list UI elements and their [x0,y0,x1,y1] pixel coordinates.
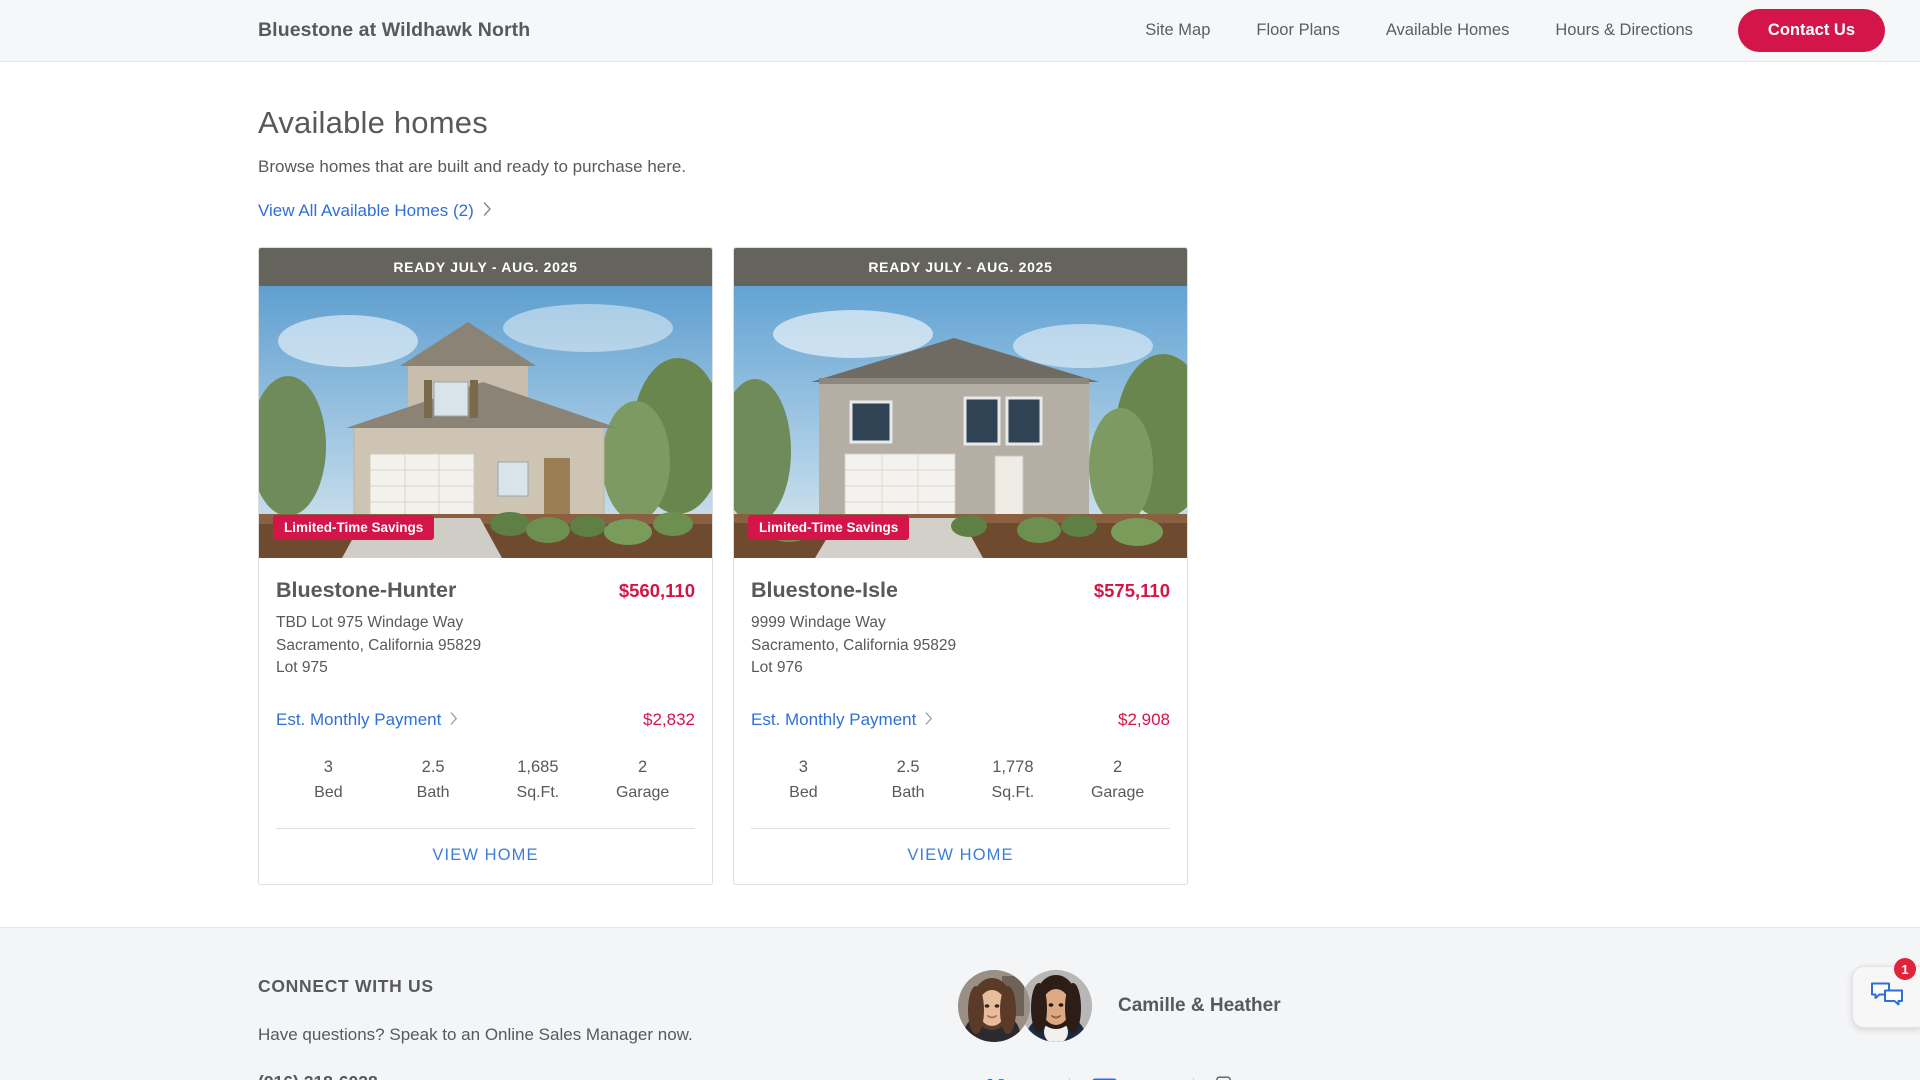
page-subtitle: Browse homes that are built and ready to… [258,157,687,176]
spec-bath: 2.5 Bath [856,758,961,802]
home-title-row: Bluestone-Isle $575,110 [751,578,1170,603]
home-specs: 3 Bed 2.5 Bath 1,685 Sq.Ft. 2 Garage [276,758,695,802]
chevron-right-icon [483,201,492,221]
footer-phone-number[interactable]: (916) 218-6028 [258,1072,958,1080]
savings-badge: Limited-Time Savings [273,515,435,540]
view-all-available-homes-link[interactable]: View All Available Homes (2) [258,201,492,221]
est-monthly-payment-label: Est. Monthly Payment [751,709,917,729]
spec-label: Bed [314,783,343,801]
footer-heading: CONNECT WITH US [258,975,434,996]
savings-badge: Limited-Time Savings [748,515,910,540]
est-monthly-payment-amount: $2,832 [643,709,695,729]
est-monthly-payment-amount: $2,908 [1118,709,1170,729]
est-monthly-payment-link[interactable]: Est. Monthly Payment [276,710,458,730]
home-card-footer: VIEW HOME [751,827,1170,884]
home-price: $560,110 [618,580,695,601]
spec-sqft: 1,685 Sq.Ft. [486,758,591,802]
spec-value: 2 [1113,757,1123,776]
contact-actions: Call Email [962,1076,1295,1080]
primary-nav: Site Map Floor Plans Available Homes Hou… [1122,9,1885,52]
spec-bed: 3 Bed [276,758,381,802]
contact-us-button[interactable]: Contact Us [1737,9,1885,52]
ready-banner: READY JULY - AUG. 2025 [734,248,1187,286]
page-title: Available homes [258,105,488,140]
avatar-group [958,969,1104,1042]
text-button[interactable]: Text [1194,1076,1295,1080]
agent-names: Camille & Heather [1118,994,1281,1016]
address-line-1: 9999 Windage Way [751,614,886,631]
monthly-payment-row: Est. Monthly Payment $2,908 [751,710,1170,730]
spec-label: Bath [891,783,925,801]
nav-item-hours-directions[interactable]: Hours & Directions [1532,21,1716,40]
spec-label: Garage [615,783,670,801]
monthly-payment-row: Est. Monthly Payment $2,832 [276,710,695,730]
home-card-body: Bluestone-Isle $575,110 9999 Windage Way… [734,558,1187,802]
footer-question: Have questions? Speak to an Online Sales… [258,1024,693,1044]
spec-value: 2.5 [421,757,445,776]
spec-bath: 2.5 Bath [381,758,486,802]
online-sales-agents: Camille & Heather [958,969,1295,1042]
spec-label: Bed [789,783,818,801]
site-header: Bluestone at Wildhawk North Site Map Flo… [0,0,1920,62]
chat-unread-badge: 1 [1894,958,1916,980]
home-card-footer: VIEW HOME [276,827,695,884]
home-name: Bluestone-Isle [751,578,898,602]
home-address: 9999 Windage Way Sacramento, California … [751,612,1170,680]
home-price: $575,110 [1093,580,1170,601]
chat-widget-button[interactable]: 1 [1852,958,1920,1028]
address-line-1: TBD Lot 975 Windage Way [276,614,464,631]
call-button[interactable]: Call [962,1076,1069,1080]
main-content: Available homes Browse homes that are bu… [0,105,1920,885]
nav-item-site-map[interactable]: Site Map [1122,21,1233,40]
home-address: TBD Lot 975 Windage Way Sacramento, Cali… [276,612,695,680]
spec-bed: 3 Bed [751,758,856,802]
est-monthly-payment-link[interactable]: Est. Monthly Payment [751,710,933,730]
address-line-3: Lot 975 [276,659,328,677]
nav-item-available-homes[interactable]: Available Homes [1363,21,1533,40]
address-line-2: Sacramento, California 95829 [276,636,482,654]
view-home-button[interactable]: VIEW HOME [432,846,538,864]
mobile-phone-icon [1216,1076,1231,1080]
spec-value: 3 [323,757,333,776]
footer-right-column: Camille & Heather Call [958,928,1295,1080]
chat-bubbles-icon [1870,980,1904,1015]
chevron-right-icon [450,710,458,730]
nav-item-floor-plans[interactable]: Floor Plans [1233,21,1362,40]
spec-garage: 2 Garage [1065,758,1170,802]
home-card[interactable]: READY JULY - AUG. 2025 Limited-Time Savi… [733,247,1188,885]
chevron-right-icon [925,710,933,730]
spec-garage: 2 Garage [590,758,695,802]
home-title-row: Bluestone-Hunter $560,110 [276,578,695,603]
footer-left-column: CONNECT WITH US Have questions? Speak to… [258,928,958,1080]
spec-value: 2 [638,757,648,776]
phone-call-icon [984,1076,1007,1080]
home-card[interactable]: READY JULY - AUG. 2025 Limited-Time Savi… [258,247,713,885]
ready-banner: READY JULY - AUG. 2025 [259,248,712,286]
spec-label: Sq.Ft. [516,783,560,801]
avatar [1020,969,1092,1042]
spec-value: 2.5 [896,757,920,776]
page-root: Bluestone at Wildhawk North Site Map Flo… [0,0,1920,1080]
brand-title: Bluestone at Wildhawk North [258,19,531,41]
spec-label: Garage [1090,783,1145,801]
avatar [958,969,1030,1042]
spec-sqft: 1,778 Sq.Ft. [961,758,1066,802]
view-all-label: View All Available Homes (2) [258,201,474,220]
address-line-3: Lot 976 [751,659,803,677]
spec-label: Sq.Ft. [991,783,1035,801]
view-home-button[interactable]: VIEW HOME [907,846,1013,864]
home-name: Bluestone-Hunter [276,578,457,602]
spec-value: 1,685 [517,757,559,776]
connect-footer: CONNECT WITH US Have questions? Speak to… [0,926,1920,1080]
available-homes-card-list: READY JULY - AUG. 2025 Limited-Time Savi… [258,247,1920,885]
home-exterior-image: Limited-Time Savings [259,286,712,558]
home-card-body: Bluestone-Hunter $560,110 TBD Lot 975 Wi… [259,558,712,802]
home-specs: 3 Bed 2.5 Bath 1,778 Sq.Ft. 2 Garage [751,758,1170,802]
address-line-2: Sacramento, California 95829 [751,636,957,654]
spec-label: Bath [416,783,450,801]
est-monthly-payment-label: Est. Monthly Payment [276,709,442,729]
home-exterior-image: Limited-Time Savings [734,286,1187,558]
spec-value: 3 [798,757,808,776]
spec-value: 1,778 [992,757,1034,776]
